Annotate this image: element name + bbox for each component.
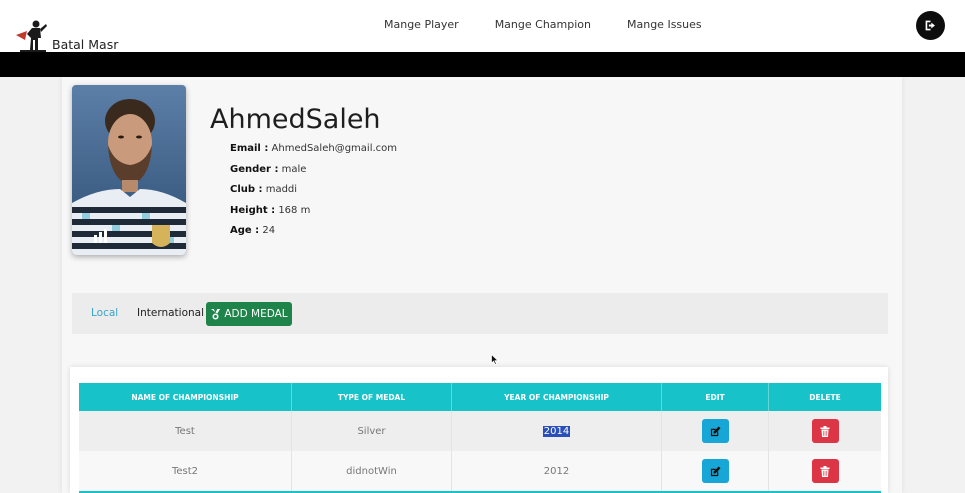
medals-table: NAME OF CHAMPIONSHIP TYPE OF MEDAL YEAR … — [70, 367, 888, 493]
cell-year: 2012 — [452, 451, 662, 491]
col-header-medal[interactable]: TYPE OF MEDAL — [292, 383, 452, 411]
age-label: Age : — [230, 225, 260, 236]
height-label: Height : — [230, 204, 276, 216]
gender-row: Gender : male — [230, 164, 397, 185]
brand[interactable]: Batal Masr — [14, 18, 118, 52]
nav-manage-issues[interactable]: Mange Issues — [627, 18, 702, 31]
club-label: Club : — [230, 184, 263, 195]
logout-button[interactable] — [916, 11, 945, 40]
email-value: AhmedSaleh@gmail.com — [271, 143, 398, 154]
cell-medal: didnotWin — [292, 451, 452, 491]
edit-icon — [710, 465, 721, 476]
nav-manage-champion[interactable]: Mange Champion — [495, 18, 591, 31]
edit-button[interactable] — [701, 459, 729, 483]
col-header-edit: EDIT — [662, 383, 769, 411]
add-medal-label: ADD MEDAL — [224, 308, 288, 320]
player-photo — [72, 85, 186, 255]
gender-value: male — [281, 163, 307, 175]
height-row: Height : 168 m — [230, 205, 397, 226]
medal-tabs-bar: Local International ADD MEDAL — [72, 293, 888, 334]
edit-icon — [710, 425, 721, 436]
trash-icon — [820, 465, 830, 477]
table-row: Test Silver 2014 — [79, 411, 881, 451]
brand-name: Batal Masr — [52, 37, 119, 52]
tab-international[interactable]: International — [137, 307, 204, 319]
cell-year-text: 2014 — [542, 425, 571, 437]
club-value: maddi — [265, 184, 298, 195]
player-info: Email : AhmedSaleh@gmail.com Gender : ma… — [230, 143, 397, 246]
gender-label: Gender : — [230, 163, 279, 175]
add-medal-button[interactable]: ADD MEDAL — [206, 302, 292, 326]
player-name: AhmedSaleh — [210, 104, 381, 135]
trash-icon — [820, 425, 830, 437]
col-header-delete: DELETE — [809, 392, 841, 402]
player-profile-card: AhmedSaleh Email : AhmedSaleh@gmail.com … — [62, 77, 902, 493]
cell-medal: Silver — [292, 411, 452, 451]
col-header-name[interactable]: NAME OF CHAMPIONSHIP — [79, 383, 292, 411]
table-row: Test2 didnotWin 2012 — [79, 451, 881, 491]
email-label: Email : — [230, 143, 269, 154]
age-row: Age : 24 — [230, 225, 397, 246]
cell-name: Test2 — [79, 451, 292, 491]
top-navbar: Batal Masr Mange Player Mange Champion M… — [0, 0, 965, 52]
cell-edit — [662, 451, 769, 491]
cell-name: Test — [79, 411, 292, 451]
cell-delete — [769, 451, 881, 491]
tab-local[interactable]: Local — [91, 307, 118, 319]
cell-year: 2014 — [452, 411, 662, 451]
nav-manage-player[interactable]: Mange Player — [384, 18, 459, 31]
table-header: NAME OF CHAMPIONSHIP TYPE OF MEDAL YEAR … — [79, 383, 881, 411]
superhero-icon — [16, 20, 47, 52]
height-value: 168 m — [278, 204, 311, 216]
delete-button[interactable] — [811, 419, 839, 443]
sign-out-icon — [925, 20, 935, 31]
mouse-cursor-icon — [491, 354, 499, 365]
medal-icon — [210, 308, 221, 320]
nav-links: Mange Player Mange Champion Mange Issues — [384, 18, 738, 31]
cell-edit — [662, 411, 769, 451]
edit-button[interactable] — [701, 419, 729, 443]
cell-delete — [769, 411, 881, 451]
header-bar — [0, 52, 965, 77]
age-value: 24 — [262, 225, 276, 236]
email-row: Email : AhmedSaleh@gmail.com — [230, 143, 397, 164]
col-header-year[interactable]: YEAR OF CHAMPIONSHIP — [452, 383, 662, 411]
club-row: Club : maddi — [230, 184, 397, 205]
delete-button[interactable] — [811, 459, 839, 483]
